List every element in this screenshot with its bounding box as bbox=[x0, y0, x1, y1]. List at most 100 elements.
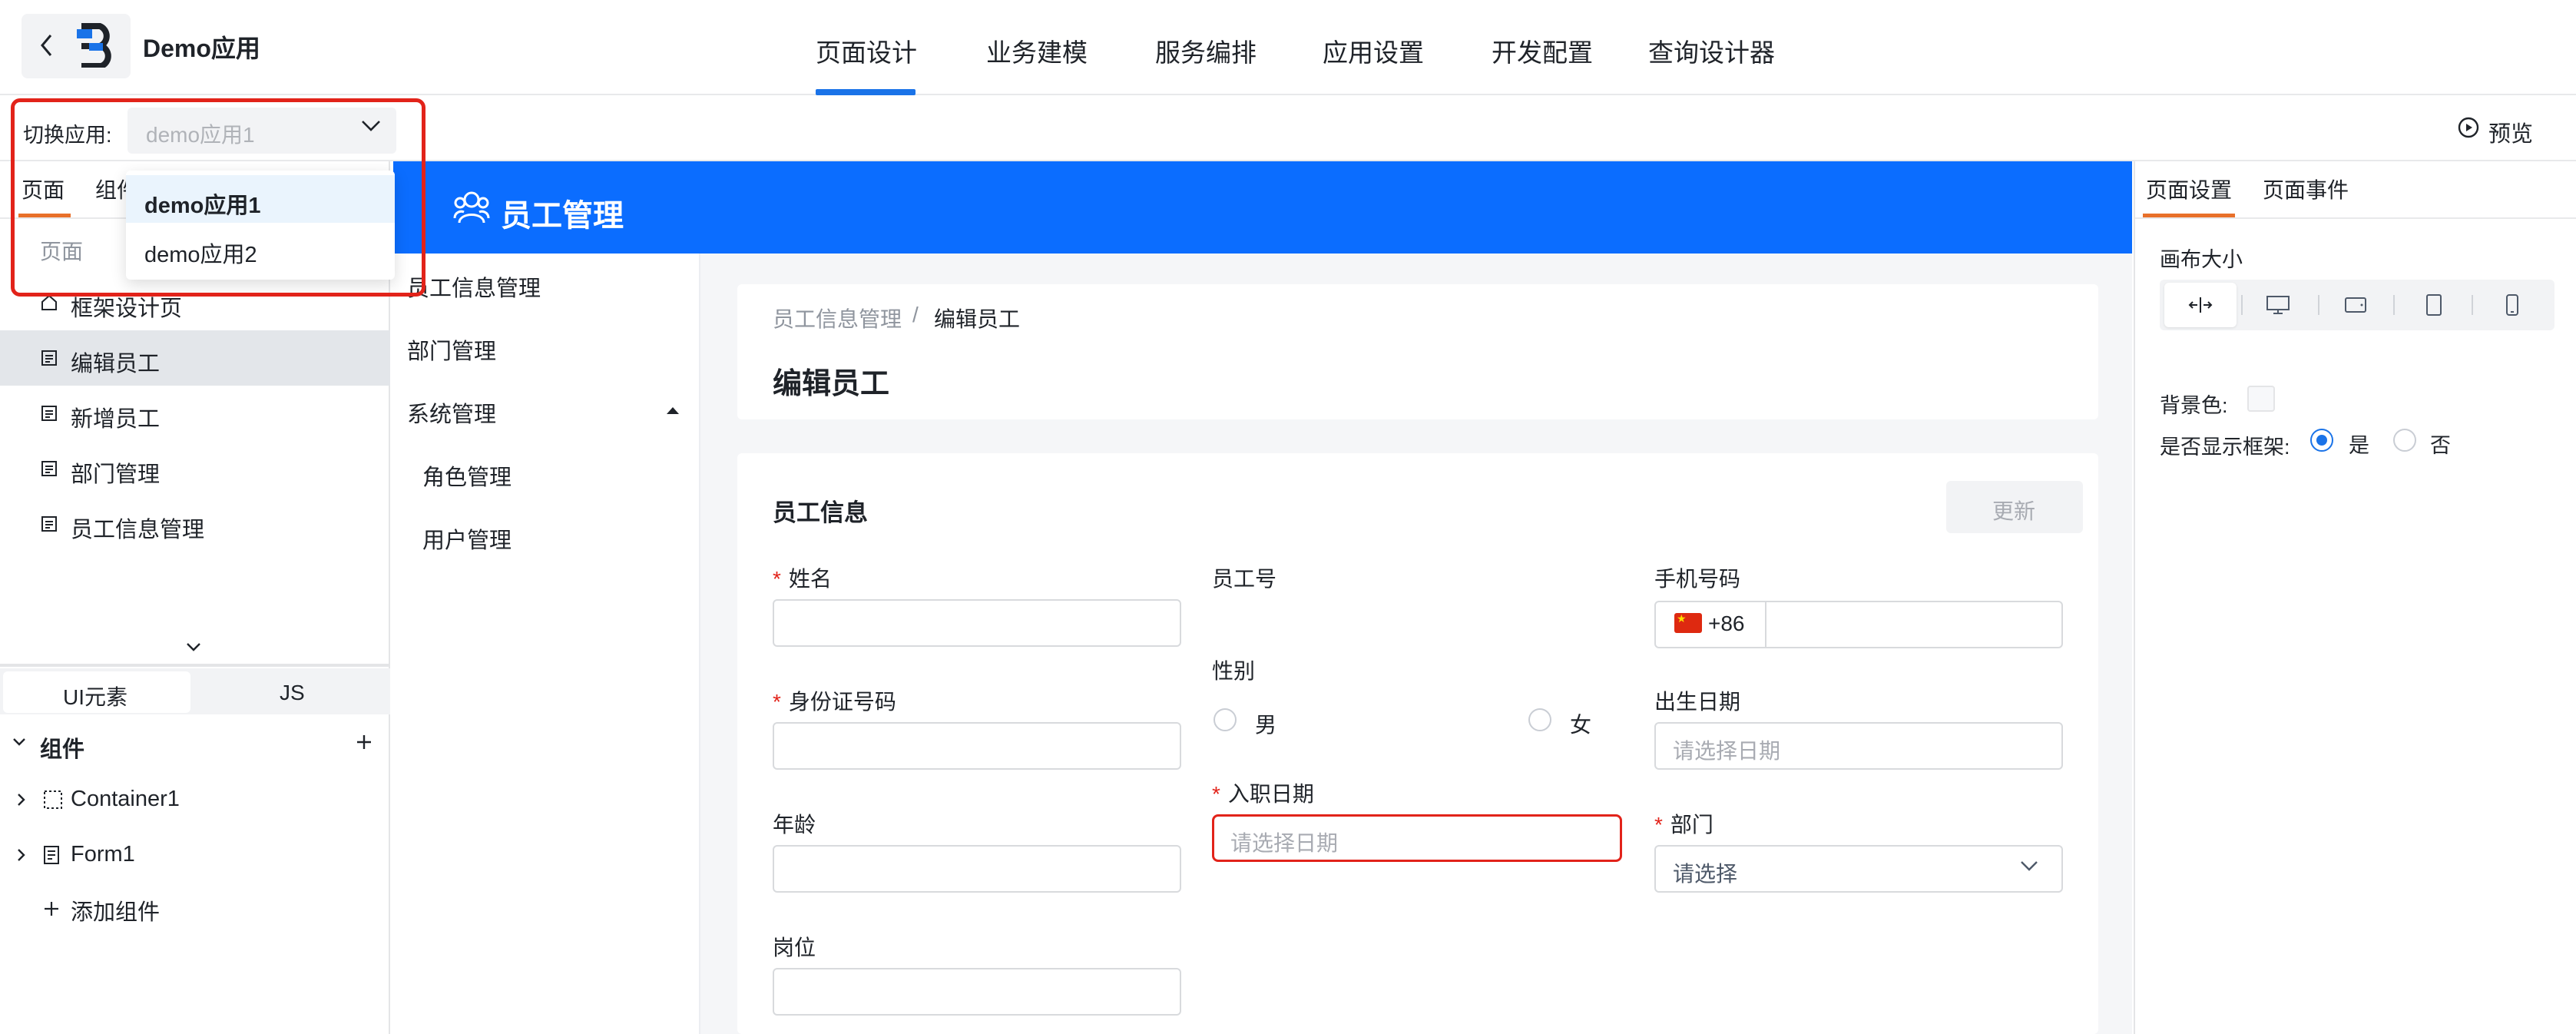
form-section-title: 员工信息 bbox=[773, 499, 868, 526]
id-card-label-text: 身份证号码 bbox=[788, 690, 896, 714]
name-input[interactable] bbox=[773, 599, 1181, 647]
page-icon bbox=[40, 515, 58, 533]
breadcrumb-current: 编辑员工 bbox=[934, 307, 1021, 331]
background-color-label: 背景色: bbox=[2160, 394, 2228, 417]
background-color-swatch[interactable] bbox=[2247, 386, 2275, 412]
page-item-label: 编辑员工 bbox=[71, 352, 161, 376]
required-mark: * bbox=[773, 567, 781, 591]
gender-female-label: 女 bbox=[1570, 713, 1592, 737]
show-frame-label: 是否显示框架: bbox=[2160, 436, 2290, 459]
page-icon bbox=[40, 404, 58, 423]
chevron-right-icon[interactable] bbox=[17, 848, 26, 862]
page-item-edit-employee[interactable]: 编辑员工 bbox=[0, 330, 390, 386]
page-item-label: 员工信息管理 bbox=[71, 518, 205, 542]
radio-checked-dot bbox=[2316, 435, 2327, 446]
birth-label: 出生日期 bbox=[1654, 690, 1741, 714]
divider bbox=[2318, 295, 2319, 315]
annotation-highlight-box bbox=[11, 98, 425, 297]
tablet-landscape-icon[interactable] bbox=[2344, 297, 2367, 313]
phone-icon[interactable] bbox=[2505, 293, 2519, 316]
app-logo-icon bbox=[74, 23, 115, 68]
tab-service-orchestration[interactable]: 服务编排 bbox=[1155, 32, 1257, 69]
phone-prefix-divider bbox=[1765, 602, 1766, 647]
canvas-nav-dept[interactable]: 部门管理 bbox=[407, 333, 496, 366]
panel-splitter[interactable] bbox=[0, 664, 390, 667]
desktop-icon[interactable] bbox=[2266, 295, 2290, 315]
tree-item-label: Container1 bbox=[71, 787, 180, 811]
dept-placeholder: 请选择 bbox=[1673, 862, 1738, 886]
form-icon bbox=[43, 845, 60, 865]
tab-query-designer[interactable]: 查询设计器 bbox=[1648, 32, 1775, 69]
active-tab-indicator bbox=[816, 89, 916, 95]
page-icon bbox=[40, 349, 58, 367]
gender-male-radio[interactable] bbox=[1214, 708, 1237, 731]
tab-business-modeling[interactable]: 业务建模 bbox=[986, 32, 1088, 69]
breadcrumb-link[interactable]: 员工信息管理 bbox=[773, 303, 902, 333]
canvas-header bbox=[393, 161, 2132, 254]
name-label-text: 姓名 bbox=[788, 567, 832, 591]
gender-female-radio[interactable] bbox=[1528, 708, 1551, 731]
frame-yes-label: 是 bbox=[2349, 434, 2369, 457]
container-icon bbox=[43, 790, 63, 810]
join-date-label-text: 入职日期 bbox=[1227, 782, 1314, 806]
divider bbox=[2393, 295, 2395, 315]
divider bbox=[2472, 295, 2473, 315]
chevron-right-icon[interactable] bbox=[17, 793, 26, 807]
tree-item-container1[interactable]: Container1 bbox=[0, 776, 390, 822]
position-input[interactable] bbox=[773, 968, 1181, 1016]
breadcrumb-separator: / bbox=[912, 303, 919, 326]
auto-width-icon[interactable] bbox=[2188, 296, 2213, 314]
app-name: Demo应用 bbox=[143, 35, 260, 62]
tree-item-label: Form1 bbox=[71, 842, 135, 867]
back-chevron-icon bbox=[40, 34, 52, 57]
tab-app-settings[interactable]: 应用设置 bbox=[1323, 32, 1424, 69]
birth-date-placeholder: 请选择日期 bbox=[1673, 739, 1781, 763]
phone-label: 手机号码 bbox=[1654, 567, 1741, 591]
team-icon bbox=[453, 191, 490, 224]
tab-page-settings[interactable]: 页面设置 bbox=[2146, 174, 2232, 204]
join-date-placeholder: 请选择日期 bbox=[1230, 831, 1339, 855]
canvas-nav-users[interactable]: 用户管理 bbox=[422, 522, 512, 555]
component-tree-title: 组件 bbox=[40, 737, 85, 762]
required-mark: * bbox=[1212, 782, 1220, 806]
preview-button[interactable]: 预览 bbox=[2488, 116, 2533, 148]
page-icon bbox=[40, 459, 58, 478]
tablet-portrait-icon[interactable] bbox=[2425, 293, 2442, 316]
divider bbox=[2241, 295, 2243, 315]
page-title: 编辑员工 bbox=[773, 368, 890, 400]
page-item-employee-info[interactable]: 员工信息管理 bbox=[0, 496, 390, 552]
play-circle-icon[interactable] bbox=[2458, 117, 2479, 138]
expand-chevron-icon[interactable] bbox=[186, 642, 201, 651]
gender-male-label: 男 bbox=[1255, 713, 1277, 737]
phone-country-code[interactable]: +86 bbox=[1708, 611, 1745, 636]
chevron-down-icon[interactable] bbox=[12, 737, 26, 747]
id-card-input[interactable] bbox=[773, 722, 1181, 770]
tab-page-design[interactable]: 页面设计 bbox=[816, 32, 917, 69]
tab-dev-config[interactable]: 开发配置 bbox=[1492, 32, 1593, 69]
top-navbar bbox=[0, 0, 2576, 95]
caret-up-icon bbox=[665, 406, 680, 415]
frame-no-radio[interactable] bbox=[2393, 429, 2416, 452]
canvas-nav-employee-info[interactable]: 员工信息管理 bbox=[407, 270, 541, 303]
add-icon[interactable] bbox=[355, 733, 373, 751]
age-input[interactable] bbox=[773, 845, 1181, 893]
add-icon[interactable] bbox=[43, 900, 60, 917]
segment-js[interactable]: JS bbox=[280, 681, 305, 705]
canvas-size-label: 画布大小 bbox=[2160, 248, 2243, 271]
position-label: 岗位 bbox=[773, 936, 816, 959]
page-item-add-employee[interactable]: 新增员工 bbox=[0, 386, 390, 441]
add-component-button[interactable]: 添加组件 bbox=[71, 894, 160, 926]
update-button-label: 更新 bbox=[1992, 499, 2036, 523]
dept-label: * 部门 bbox=[1654, 808, 1713, 839]
canvas-nav-roles[interactable]: 角色管理 bbox=[422, 459, 512, 492]
gender-label: 性别 bbox=[1212, 659, 1256, 683]
tab-page-events[interactable]: 页面事件 bbox=[2263, 174, 2349, 204]
chevron-down-icon bbox=[2020, 860, 2038, 871]
employee-no-label: 员工号 bbox=[1212, 567, 1277, 591]
canvas-nav-system[interactable]: 系统管理 bbox=[407, 396, 496, 429]
dept-label-text: 部门 bbox=[1670, 813, 1713, 837]
name-label: * 姓名 bbox=[773, 562, 832, 593]
join-date-label: * 入职日期 bbox=[1212, 777, 1314, 808]
tree-item-form1[interactable]: Form1 bbox=[0, 831, 390, 877]
page-item-dept[interactable]: 部门管理 bbox=[0, 441, 390, 496]
